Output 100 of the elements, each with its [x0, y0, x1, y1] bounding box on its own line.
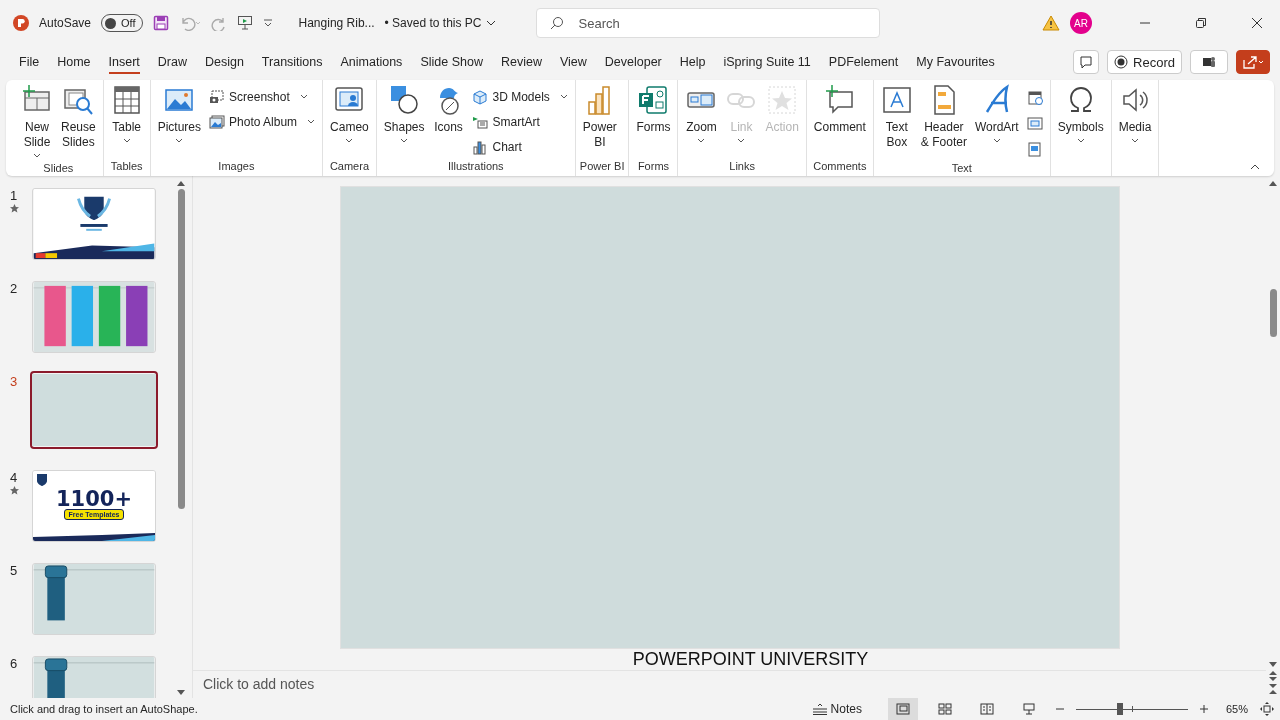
record-button[interactable]: Record	[1107, 50, 1182, 74]
save-status-button[interactable]: • Saved to this PC	[384, 16, 496, 30]
bar-chart-icon	[472, 138, 489, 155]
ribbon-button[interactable]: SmartArt	[469, 111, 571, 132]
ribbon-button[interactable]: Symbols	[1054, 84, 1107, 145]
group-label: Camera	[328, 159, 370, 174]
app-logo-icon	[13, 15, 29, 31]
notes-button[interactable]: Notes	[811, 702, 862, 716]
zoom-out-icon[interactable]	[1055, 705, 1064, 713]
group-label: Images	[217, 159, 256, 174]
scroll-up-icon[interactable]	[177, 180, 185, 186]
cube-icon	[472, 88, 489, 105]
ribbon-button[interactable]: Header & Footer	[917, 84, 970, 150]
presentation-icon[interactable]	[236, 15, 253, 31]
ribbon-button[interactable]: Icons	[429, 84, 468, 135]
ribbon-button[interactable]: Comment	[810, 84, 869, 135]
customize-caret-icon[interactable]	[262, 18, 273, 28]
scrollbar-thumb[interactable]	[1269, 289, 1277, 337]
share-button[interactable]	[1236, 50, 1270, 74]
ribbon-button[interactable]: Cameo	[327, 84, 372, 145]
ribbon-button[interactable]: Chart	[469, 136, 571, 157]
previous-slide-icon[interactable]	[1269, 671, 1277, 681]
ribbon-tab[interactable]: Help	[670, 49, 715, 75]
group-label: Tables	[109, 159, 144, 174]
ribbon-button[interactable]: WordArt	[971, 84, 1022, 145]
ribbon-button[interactable]: Text Box	[877, 84, 916, 150]
view-button[interactable]	[887, 698, 918, 720]
slide-number: 5	[10, 563, 18, 578]
slide-number: 6	[10, 656, 18, 671]
ribbon-button[interactable]: 3D Models	[469, 86, 571, 107]
ribbon-button[interactable]: Zoom	[682, 84, 721, 145]
forms-icon	[637, 84, 670, 116]
autosave-label: AutoSave	[39, 16, 92, 30]
zoom-slider[interactable]	[1075, 702, 1188, 716]
scroll-down-icon[interactable]	[1269, 662, 1277, 668]
slide-headline: 1100+	[55, 489, 132, 509]
text-box-icon	[880, 84, 913, 116]
shapes-icon	[388, 84, 421, 116]
group-label: Comments	[812, 159, 868, 174]
object-icon	[1026, 141, 1043, 157]
search-field[interactable]: Search	[535, 8, 880, 38]
ribbon-button[interactable]: Photo Album	[206, 111, 319, 132]
shield-logo-icon	[37, 474, 47, 486]
ribbon-button[interactable]: New Slide	[18, 84, 56, 160]
ribbon-tab[interactable]: Animations	[331, 49, 412, 75]
slide-number: 3	[10, 374, 18, 389]
ribbon-button[interactable]: Media	[1115, 84, 1155, 145]
slide-number-icon	[1026, 115, 1043, 131]
group-label: Illustrations	[447, 159, 505, 174]
slide-footer-text: POWERPOINT UNIVERSITY	[631, 649, 869, 670]
ribbon-tab[interactable]: Insert	[99, 49, 149, 75]
ribbon-tab[interactable]: My Favourites	[907, 49, 1004, 75]
ribbon-tab[interactable]: Home	[48, 49, 100, 75]
notes-icon	[811, 703, 828, 715]
zoom-level[interactable]: 65%	[1225, 703, 1248, 715]
ribbon-tab[interactable]: PDFelement	[819, 49, 908, 75]
save-icon[interactable]	[152, 15, 169, 31]
photo-album-icon	[209, 113, 226, 130]
search-icon	[549, 16, 564, 30]
status-message: Click and drag to insert an AutoShape.	[10, 703, 198, 715]
next-slide-icon[interactable]	[1269, 684, 1277, 694]
comments-button[interactable]	[1073, 50, 1100, 74]
ribbon-tab[interactable]: Slide Show	[411, 49, 492, 75]
ribbon-tab[interactable]: Draw	[148, 49, 196, 75]
scroll-down-icon[interactable]	[177, 690, 185, 696]
screenshot-icon	[209, 88, 226, 105]
fit-slide-icon[interactable]	[1260, 702, 1274, 716]
group-label: Forms	[636, 159, 671, 174]
ribbon-button[interactable]: Pictures	[154, 84, 205, 145]
grid-view-icon	[937, 703, 952, 715]
ribbon-tab[interactable]: Transitions	[252, 49, 332, 75]
chevron-down-icon	[485, 20, 496, 26]
ribbon-tab[interactable]: File	[10, 49, 49, 75]
group-label: Links	[728, 159, 756, 174]
teams-button[interactable]	[1190, 50, 1228, 74]
slide-thumbnail[interactable]	[30, 371, 158, 449]
ribbon-button[interactable]: Table	[107, 84, 146, 145]
group-label: Power BI	[579, 159, 625, 174]
group-label: Text	[950, 161, 973, 176]
calendar-clock-icon	[1026, 89, 1043, 105]
scroll-up-icon[interactable]	[1269, 180, 1277, 186]
ribbon-button[interactable]: Power BI	[579, 84, 620, 150]
ribbon-button[interactable]: Reuse Slides	[58, 84, 99, 150]
ribbon-tab[interactable]: Review	[491, 49, 551, 75]
presentation-view-icon	[1021, 703, 1036, 715]
zoom-in-icon[interactable]	[1199, 705, 1208, 713]
ribbon-tab[interactable]: View	[550, 49, 596, 75]
ribbon-tab[interactable]: iSpring Suite 11	[714, 49, 820, 75]
comment-icon	[1079, 55, 1094, 69]
document-title: Hanging Rib...	[298, 16, 375, 30]
scrollbar-thumb[interactable]	[177, 189, 185, 509]
warning-icon[interactable]	[1042, 15, 1060, 31]
collapse-ribbon-icon[interactable]	[1250, 164, 1260, 170]
slide-number: 2	[10, 281, 18, 296]
ribbon-button[interactable]: Shapes	[380, 84, 428, 145]
ribbon-tab[interactable]: Developer	[595, 49, 671, 75]
ribbon-tab[interactable]: Design	[195, 49, 253, 75]
user-avatar[interactable]: AR	[1070, 12, 1092, 34]
ribbon-button[interactable]: Forms	[633, 84, 674, 135]
ribbon-button[interactable]: Screenshot	[206, 86, 319, 107]
